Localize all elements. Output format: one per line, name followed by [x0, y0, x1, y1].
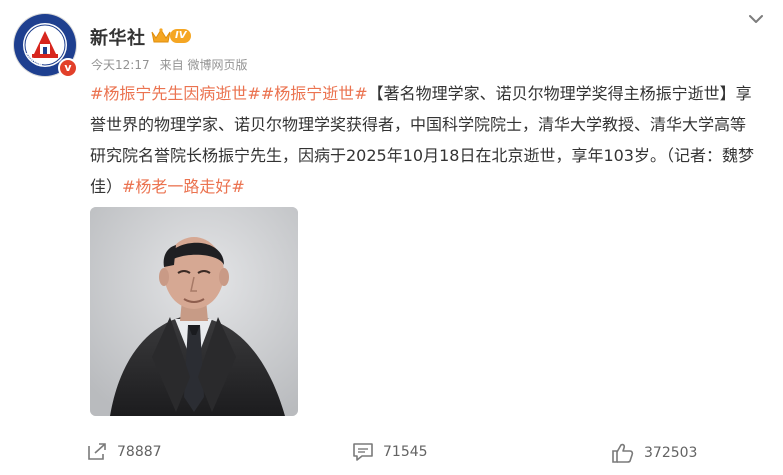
post-actions-bar: 78887 71545 372503 — [0, 436, 783, 470]
comment-count: 71545 — [383, 444, 428, 460]
source-prefix: 来自 — [159, 58, 184, 72]
weibo-post-card: XINHUA v 新华社 IV 今天12:17 来自 微博网页版 #杨振宁先生因病… — [0, 0, 783, 475]
thumbs-up-icon — [612, 443, 634, 463]
share-arrow-icon — [88, 443, 106, 460]
post-time[interactable]: 今天12:17 — [91, 58, 150, 72]
portrait-image — [90, 207, 298, 416]
repost-count: 78887 — [117, 444, 162, 460]
avatar[interactable]: XINHUA v — [14, 14, 78, 78]
verified-badge-icon: v — [58, 58, 78, 78]
like-button[interactable]: 372503 — [611, 442, 697, 464]
vip-level-badge[interactable]: IV — [150, 27, 192, 45]
level-text: IV — [170, 29, 192, 43]
post-meta: 今天12:17 来自 微博网页版 — [91, 56, 247, 73]
hashtag-link[interactable]: #杨老一路走好# — [122, 177, 245, 196]
hashtag-link[interactable]: #杨振宁先生因病逝世# — [90, 84, 261, 103]
post-source: 微博网页版 — [187, 58, 248, 72]
chevron-down-icon[interactable] — [744, 10, 768, 28]
account-name[interactable]: 新华社 — [90, 24, 146, 50]
like-count: 372503 — [644, 445, 698, 461]
hashtag-link[interactable]: #杨振宁逝世# — [261, 84, 368, 103]
repost-button[interactable]: 78887 — [86, 442, 162, 462]
post-content: #杨振宁先生因病逝世##杨振宁逝世#【著名物理学家、诺贝尔物理学奖得主杨振宁逝世… — [90, 78, 760, 202]
comment-button[interactable]: 71545 — [352, 442, 428, 462]
post-photo[interactable] — [90, 207, 298, 416]
comment-icon — [353, 443, 373, 461]
crown-icon — [151, 28, 171, 43]
